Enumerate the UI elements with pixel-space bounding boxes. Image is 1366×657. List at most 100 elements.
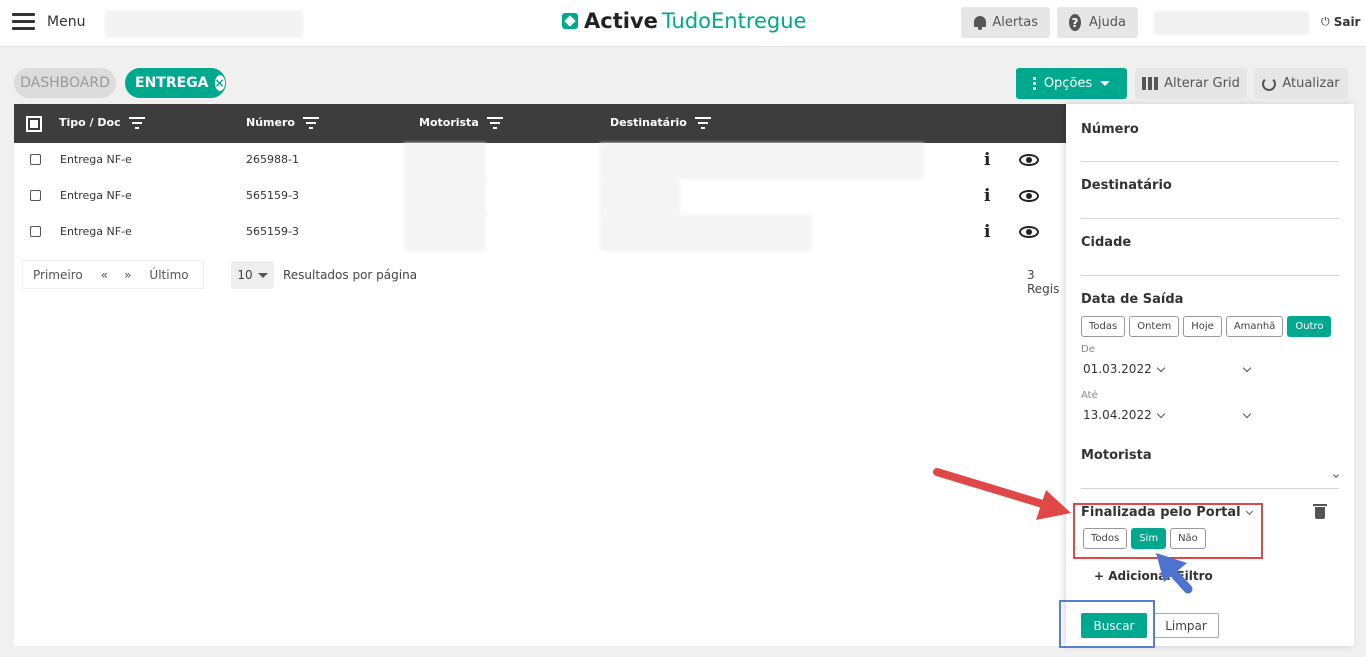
page-size-select[interactable]: 10 (231, 261, 274, 289)
tab-entrega-label: ENTREGA (135, 75, 209, 91)
caret-down-icon (257, 272, 268, 278)
alerts-label: Alertas (992, 15, 1038, 30)
info-icon[interactable]: i (984, 186, 990, 206)
redacted-company (105, 10, 303, 38)
eye-icon[interactable] (1019, 190, 1039, 202)
filter-panel: Número Destinatário Cidade Data de Saída… (1066, 104, 1354, 646)
table-row[interactable]: Entrega NF-e 265988-1 i (14, 143, 1066, 179)
brand-logo: Active TudoEntregue (562, 9, 806, 33)
chevron-down-icon (1156, 363, 1165, 372)
help-button[interactable]: ? Ajuda (1057, 7, 1138, 38)
info-icon[interactable]: i (984, 150, 990, 170)
filter-icon[interactable] (694, 116, 711, 129)
trash-icon[interactable] (1313, 504, 1327, 519)
row-checkbox[interactable] (30, 154, 41, 165)
de-date-field[interactable]: 01.03.2022 (1083, 362, 1251, 376)
chip-hoje[interactable]: Hoje (1183, 316, 1222, 337)
filter-motorista[interactable]: Motorista (1081, 448, 1152, 463)
close-icon[interactable]: × (214, 75, 225, 91)
divider (1081, 218, 1339, 219)
deliveries-table: Tipo / Doc Número Motorista Destinatário… (14, 104, 1066, 646)
chip-todas[interactable]: Todas (1081, 316, 1126, 337)
clear-button[interactable]: Limpar (1153, 613, 1219, 638)
filter-numero[interactable]: Número (1081, 122, 1139, 137)
chevron-down-icon[interactable] (1242, 409, 1251, 418)
table-row[interactable]: Entrega NF-e 565159-3 i (14, 179, 1066, 215)
eye-icon[interactable] (1019, 226, 1039, 238)
brand-active-text: Active (584, 9, 658, 33)
highlight-finalizada (1073, 503, 1263, 559)
menu-label: Menu (47, 13, 86, 30)
eye-icon[interactable] (1019, 154, 1039, 166)
numero-cell: 565159-3 (246, 189, 299, 202)
table-header: Tipo / Doc Número Motorista Destinatário (14, 104, 1066, 143)
column-header-motorista[interactable]: Motorista (419, 116, 503, 129)
change-grid-button[interactable]: Alterar Grid (1135, 68, 1247, 99)
filter-icon[interactable] (128, 116, 145, 129)
columns-icon (1142, 77, 1159, 90)
chip-outro[interactable]: Outro (1287, 316, 1332, 337)
divider (1081, 488, 1339, 489)
pager-prev[interactable]: « (93, 268, 116, 282)
logout-button[interactable]: ⏻ Sair (1321, 15, 1360, 29)
bell-icon (973, 15, 987, 30)
column-header-destinatario[interactable]: Destinatário (610, 116, 711, 129)
column-header-tipo[interactable]: Tipo / Doc (59, 116, 145, 129)
filter-icon[interactable] (302, 116, 319, 129)
options-label: Opções (1043, 76, 1093, 91)
pager-last[interactable]: Último (139, 268, 198, 282)
caret-down-icon (1100, 81, 1111, 86)
pager-next[interactable]: » (116, 268, 139, 282)
date-chips: Todas Ontem Hoje Amanhã Outro (1081, 316, 1332, 337)
row-checkbox[interactable] (30, 190, 41, 201)
redacted-motorista (404, 179, 486, 215)
chevron-down-icon[interactable] (1242, 363, 1251, 372)
divider (1081, 275, 1339, 276)
column-label: Motorista (419, 116, 479, 129)
column-label: Destinatário (610, 116, 687, 129)
redacted-motorista (404, 215, 486, 251)
de-label: De (1081, 344, 1095, 355)
tab-dashboard-label: DASHBOARD (20, 75, 110, 91)
filter-data-saida: Data de Saída (1081, 292, 1184, 307)
redacted-destinatario (600, 179, 680, 215)
alerts-button[interactable]: Alertas (961, 7, 1050, 38)
top-bar: Menu Active TudoEntregue Alertas ? Ajuda … (0, 0, 1366, 47)
refresh-button[interactable]: Atualizar (1254, 68, 1348, 99)
ate-date-value: 13.04.2022 (1083, 408, 1152, 422)
brand-tudo-text: TudoEntregue (661, 9, 807, 33)
info-icon[interactable]: i (984, 222, 990, 242)
select-all-checkbox[interactable] (26, 116, 42, 132)
help-label: Ajuda (1089, 15, 1126, 30)
table-row[interactable]: Entrega NF-e 565159-3 i (14, 215, 1066, 251)
redacted-motorista (404, 143, 486, 179)
refresh-label: Atualizar (1282, 76, 1340, 91)
redacted-destinatario (600, 143, 924, 179)
row-checkbox[interactable] (30, 226, 41, 237)
page-size-label: Resultados por página (283, 268, 418, 282)
tab-entrega[interactable]: ENTREGA × (125, 68, 226, 98)
tab-dashboard[interactable]: DASHBOARD (14, 68, 116, 98)
options-button[interactable]: Opções (1016, 68, 1127, 99)
column-label: Tipo / Doc (59, 116, 121, 129)
redacted-destinatario (600, 215, 812, 251)
menu-button[interactable]: Menu (12, 13, 85, 30)
records-count: 3 Regis (1027, 268, 1060, 296)
logout-label: Sair (1333, 15, 1361, 29)
chip-ontem[interactable]: Ontem (1129, 316, 1180, 337)
filter-icon[interactable] (486, 116, 503, 129)
tipo-cell: Entrega NF-e (60, 225, 132, 238)
chevron-down-icon[interactable] (1333, 472, 1339, 478)
chip-amanha[interactable]: Amanhã (1225, 316, 1284, 337)
pager-first[interactable]: Primeiro (23, 268, 93, 282)
refresh-icon (1262, 76, 1277, 91)
ate-date-field[interactable]: 13.04.2022 (1083, 408, 1251, 422)
divider (1081, 161, 1339, 162)
pagination: Primeiro « » Último (22, 260, 204, 289)
de-date-value: 01.03.2022 (1083, 362, 1152, 376)
column-header-numero[interactable]: Número (246, 116, 319, 129)
numero-cell: 565159-3 (246, 225, 299, 238)
add-filter-link[interactable]: + Adicionar Filtro (1094, 569, 1213, 583)
filter-cidade[interactable]: Cidade (1081, 235, 1131, 250)
filter-destinatario[interactable]: Destinatário (1081, 178, 1172, 193)
